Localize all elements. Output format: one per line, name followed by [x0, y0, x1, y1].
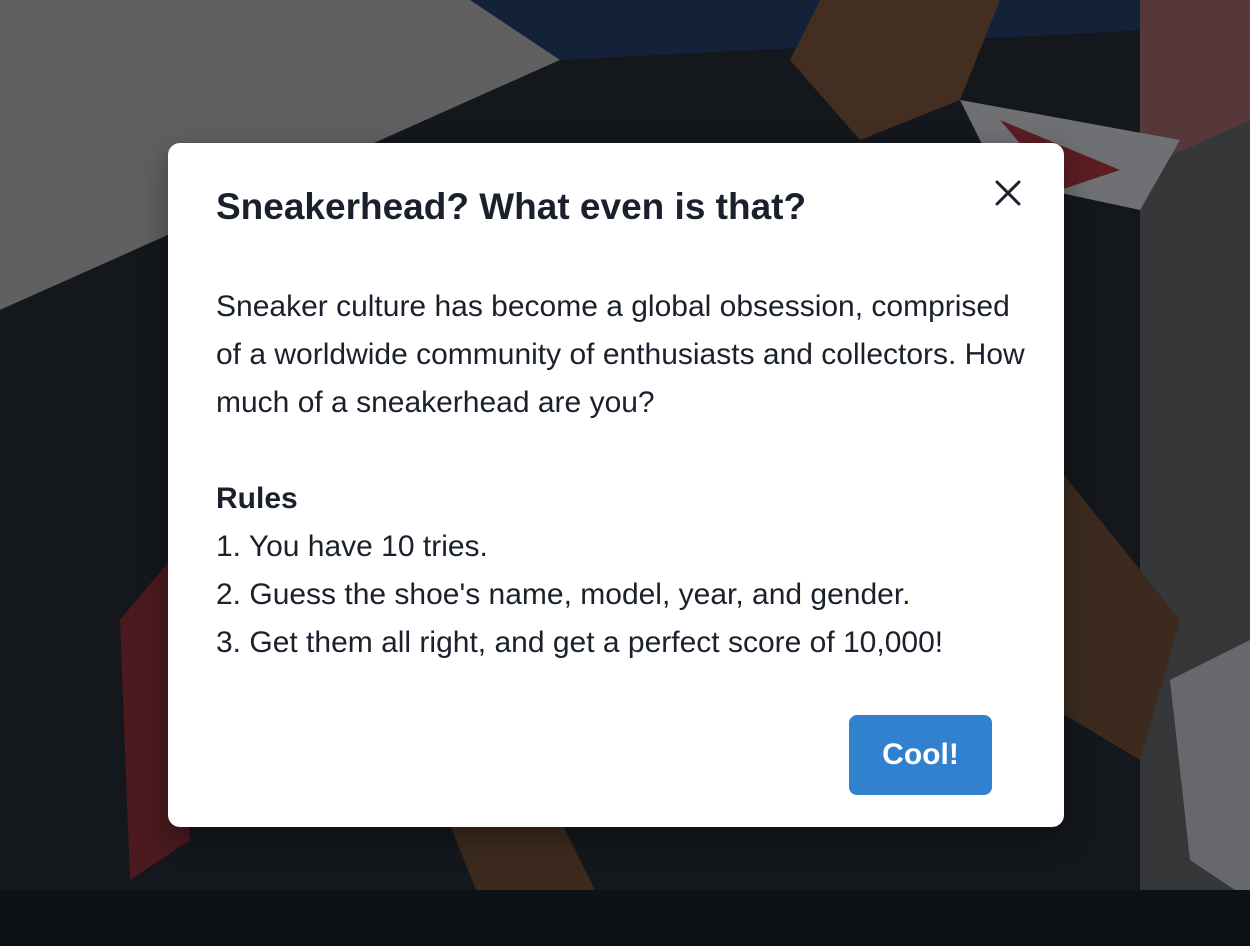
close-button[interactable]: [986, 171, 1030, 215]
rule-item: 2. Guess the shoe's name, model, year, a…: [216, 578, 911, 611]
rules-list: 1. You have 10 tries. 2. Guess the shoe'…: [216, 523, 1036, 667]
rule-item: 1. You have 10 tries.: [216, 530, 488, 563]
rule-item: 3. Get them all right, and get a perfect…: [216, 626, 944, 659]
cool-button[interactable]: Cool!: [849, 715, 992, 795]
dialog-title: Sneakerhead? What even is that?: [216, 186, 807, 227]
rules-heading: Rules: [216, 482, 298, 515]
close-icon: [995, 180, 1021, 206]
rules-dialog: Sneakerhead? What even is that? Sneaker …: [168, 143, 1064, 827]
dialog-body: Sneaker culture has become a global obse…: [216, 283, 1036, 667]
intro-text: Sneaker culture has become a global obse…: [216, 290, 1025, 419]
